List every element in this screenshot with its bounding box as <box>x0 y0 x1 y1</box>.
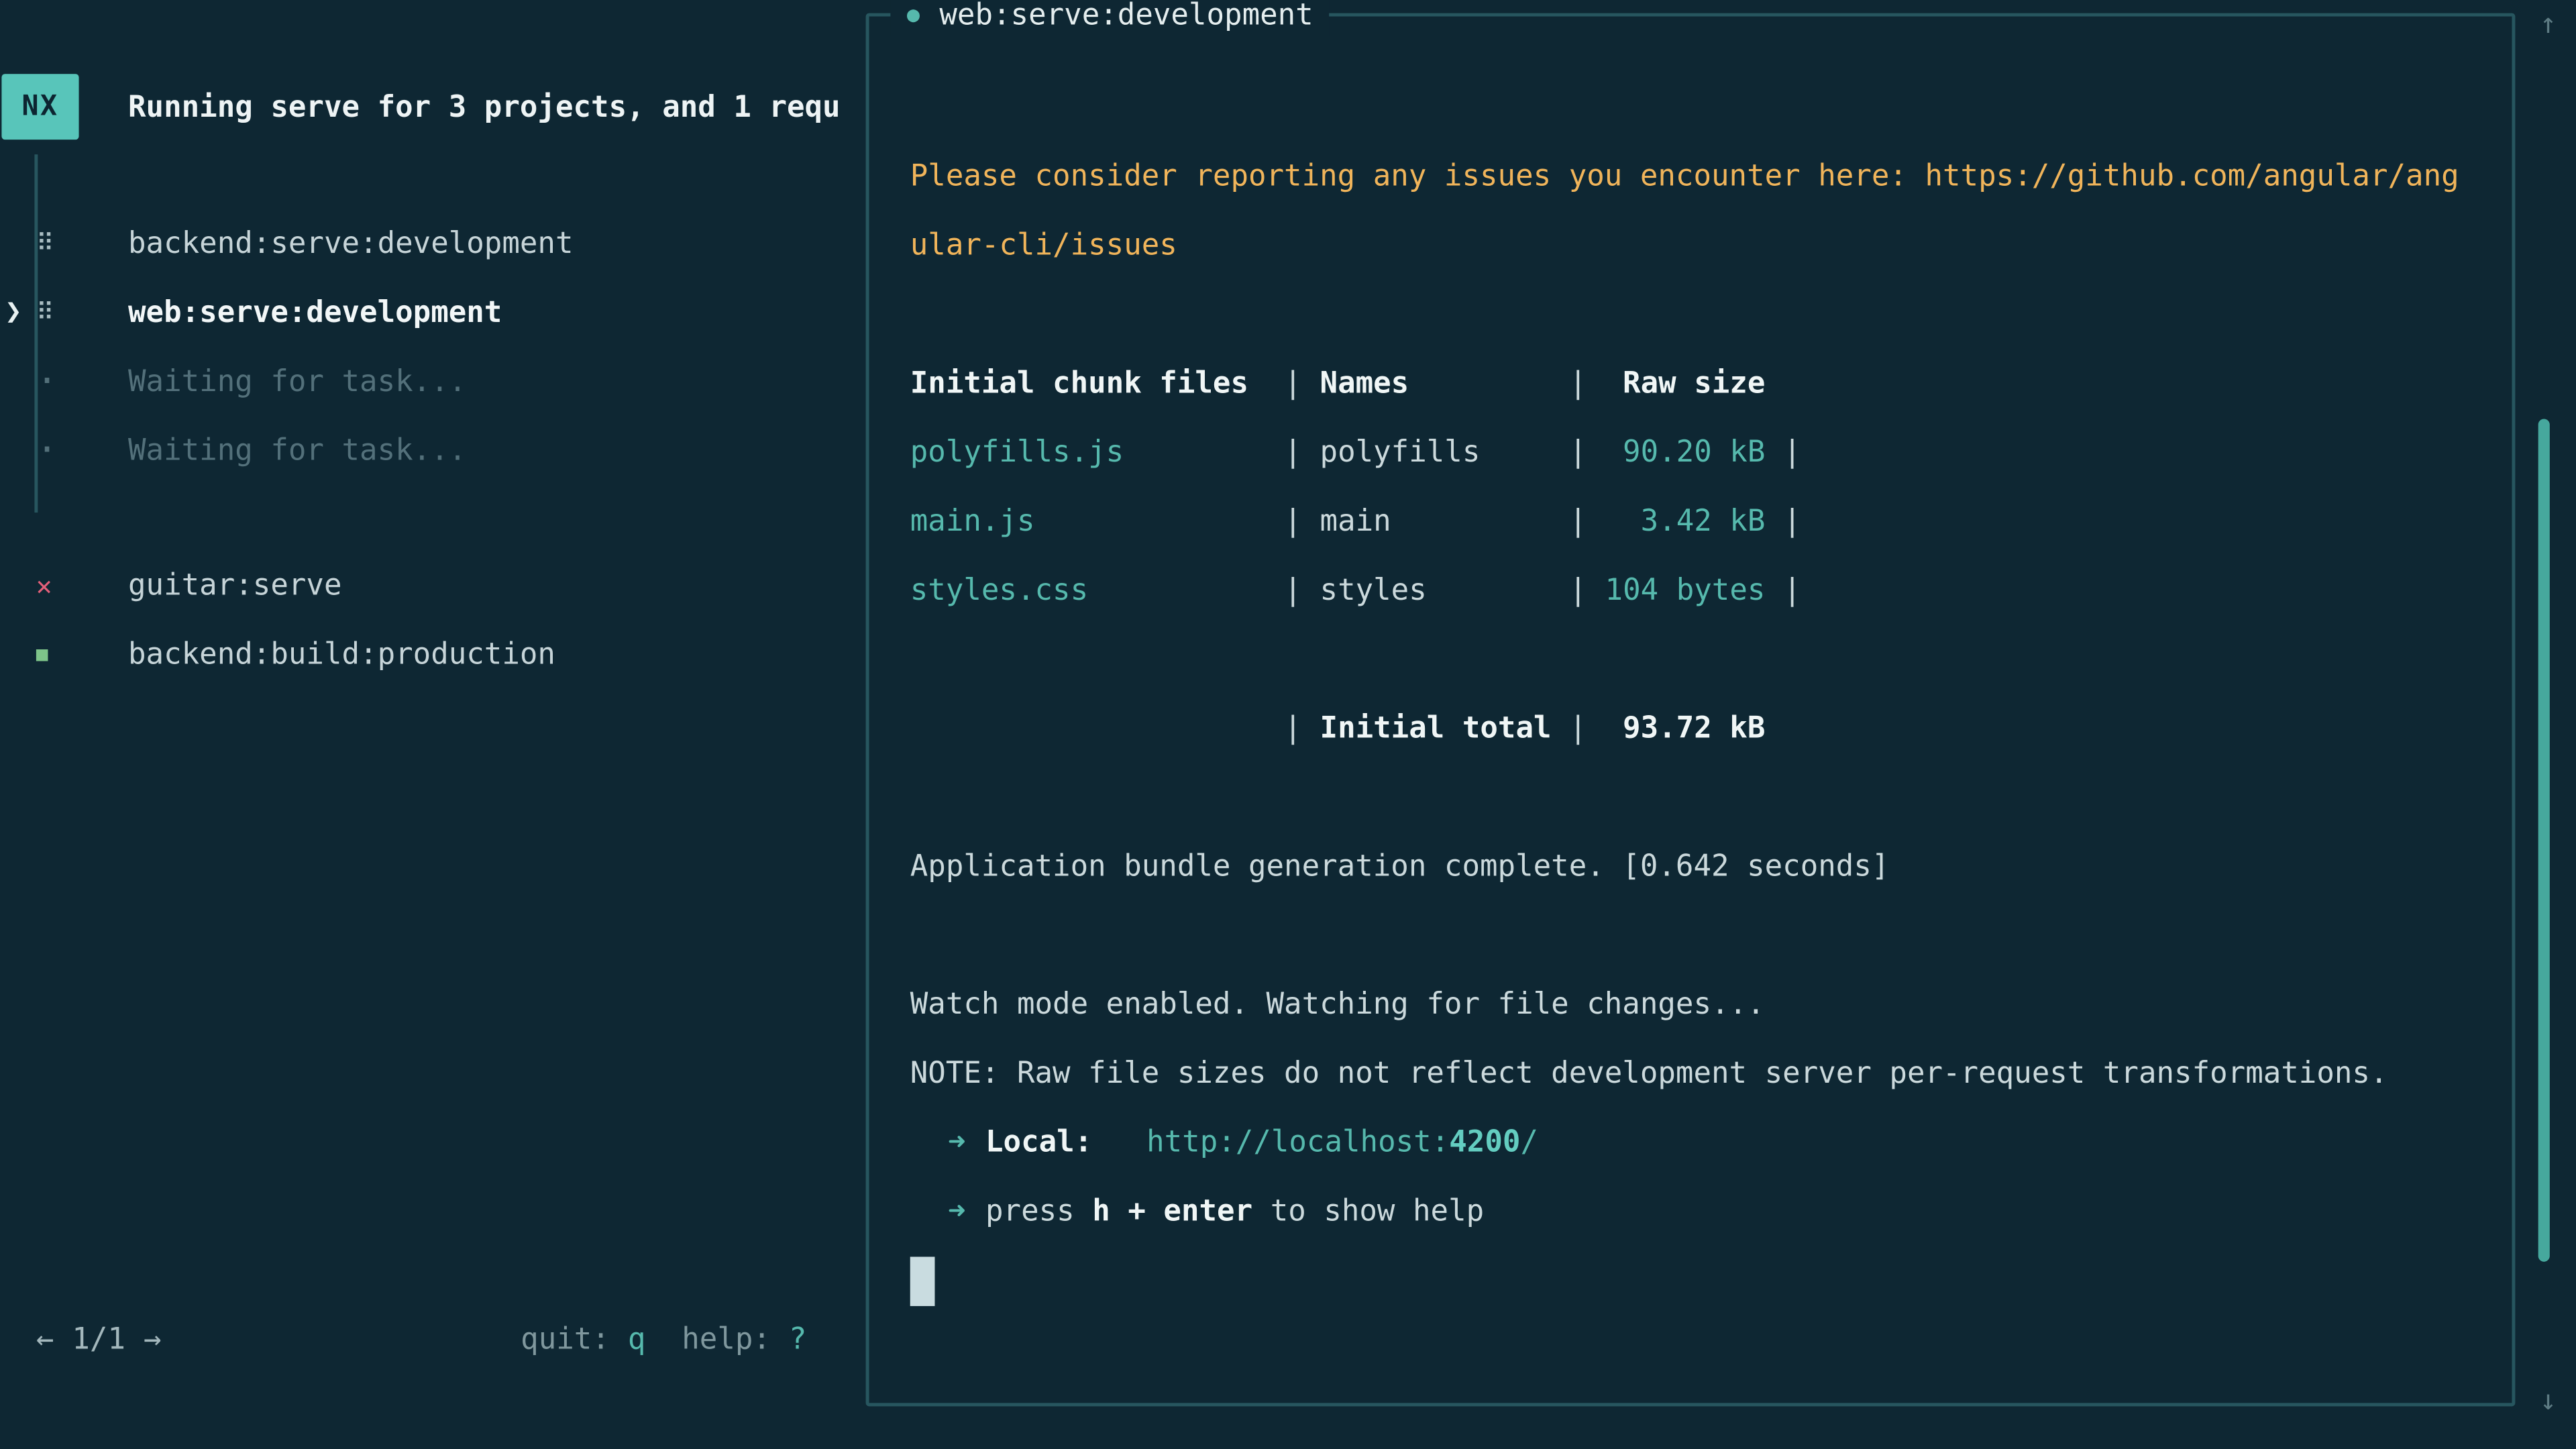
table-pipe: | <box>1569 574 1587 608</box>
header-raw-size: Raw size <box>1605 350 1766 419</box>
chunk-name: main <box>1320 488 1570 557</box>
pagination: ← 1/1 → <box>36 1322 162 1356</box>
chunk-file: styles.css <box>910 557 1284 626</box>
cursor-line <box>910 1247 2512 1316</box>
running-task-list: ⠿backend:serve:development ❯⠿web:serve:d… <box>0 209 831 484</box>
chunk-file: main.js <box>910 488 1284 557</box>
waiting-dot-icon: · <box>36 429 128 470</box>
chunk-size: 104 bytes <box>1605 557 1766 626</box>
arrow-right-icon: ➜ <box>948 1194 966 1228</box>
chunk-size: 3.42 kB <box>1605 488 1766 557</box>
note-line: NOTE: Raw file sizes do not reflect deve… <box>910 1040 2512 1109</box>
help-press-text: press <box>985 1194 1092 1228</box>
waiting-dot-icon: · <box>36 361 128 402</box>
chunk-table-row: main.js|main|3.42 kB| <box>910 488 2512 557</box>
total-size: 93.72 kB <box>1605 695 1766 764</box>
spinner-icon: ⠿ <box>36 228 128 258</box>
scrollbar-thumb[interactable] <box>2538 419 2550 1261</box>
nx-logo: NX <box>1 74 78 140</box>
task-item-backend-serve[interactable]: ⠿backend:serve:development <box>0 209 831 278</box>
url-host: http://localhost: <box>1146 1126 1449 1160</box>
page-next-icon[interactable]: → <box>144 1322 162 1356</box>
scroll-down-icon[interactable]: ↓ <box>2530 1385 2566 1417</box>
arrow-right-icon: ➜ <box>948 1126 966 1160</box>
scroll-up-icon[interactable]: ↑ <box>2530 8 2566 41</box>
help-key: ? <box>789 1322 807 1356</box>
chunk-table-row: polyfills.js|polyfills|90.20 kB| <box>910 419 2512 488</box>
table-pipe: | <box>1284 574 1302 608</box>
brand-row: NX Running serve for 3 projects, and 1 r… <box>1 74 853 140</box>
task-label: backend:serve:development <box>128 226 574 260</box>
quit-key: q <box>628 1322 646 1356</box>
sidebar-footer: ← 1/1 → quit: q help:? <box>0 1304 831 1373</box>
url-port: 4200 <box>1449 1126 1520 1160</box>
chunk-file: polyfills.js <box>910 419 1284 488</box>
task-label: guitar:serve <box>128 568 341 602</box>
success-square-icon: ■ <box>36 643 128 665</box>
table-pipe: | <box>1569 504 1587 539</box>
table-pipe: | <box>1783 435 1801 470</box>
task-label: web:serve:development <box>128 295 502 329</box>
page-prev-icon[interactable]: ← <box>36 1322 54 1356</box>
total-label: Initial total <box>1320 695 1570 764</box>
task-label: Waiting for task... <box>128 364 466 398</box>
keyboard-hints: quit: q help:? <box>521 1322 806 1356</box>
table-pipe: | <box>1569 711 1587 745</box>
url-slash: / <box>1520 1126 1538 1160</box>
sidebar-title: Running serve for 3 projects, and 1 requ <box>128 89 853 123</box>
table-pipe: | <box>1284 711 1302 745</box>
task-item-guitar-serve[interactable]: ✕guitar:serve <box>0 550 831 619</box>
chunk-name: styles <box>1320 557 1570 626</box>
task-item-backend-build[interactable]: ■backend:build:production <box>0 619 831 688</box>
selected-chevron-icon: ❯ <box>5 296 21 329</box>
spinner-icon: ⠿ <box>36 297 128 327</box>
help-hint-label: help: <box>682 1322 771 1356</box>
task-item-web-serve[interactable]: ❯ ⠿web:serve:development <box>0 278 831 347</box>
table-pipe: | <box>1783 574 1801 608</box>
chunk-name: polyfills <box>1320 419 1570 488</box>
terminal-title-text: web:serve:development <box>939 0 1313 32</box>
terminal-cursor <box>910 1256 935 1305</box>
finished-task-list: ✕guitar:serve ■backend:build:production <box>0 550 831 688</box>
local-url-line: ➜ Local: http://localhost:4200/ <box>910 1109 2512 1178</box>
terminal-panel-title: ● web:serve:development <box>890 0 1330 36</box>
help-keys-text: h + enter <box>1092 1194 1252 1228</box>
page-indicator: 1/1 <box>72 1322 125 1356</box>
table-pipe: | <box>1284 504 1302 539</box>
nx-terminal-ui: NX Running serve for 3 projects, and 1 r… <box>0 0 2576 1449</box>
local-label: Local: <box>985 1126 1092 1160</box>
issue-report-line-2: ular-cli/issues <box>910 212 2512 281</box>
help-rest-text: to show help <box>1252 1194 1484 1228</box>
help-hint-line: ➜ press h + enter to show help <box>910 1178 2512 1247</box>
issue-report-line-1: Please consider reporting any issues you… <box>910 143 2512 212</box>
table-pipe: | <box>1783 504 1801 539</box>
initial-total-row: |Initial total|93.72 kB <box>910 695 2512 764</box>
terminal-output-panel: ●web:serve:development Please consider r… <box>866 13 2516 1407</box>
header-files: Initial chunk files <box>910 350 1284 419</box>
chunk-table-header: Initial chunk files|Names|Raw size <box>910 350 2512 419</box>
task-item-waiting-2[interactable]: ·Waiting for task... <box>0 416 831 485</box>
header-names: Names <box>1320 350 1570 419</box>
quit-hint-label: quit: <box>521 1322 610 1356</box>
task-label: Waiting for task... <box>128 433 466 467</box>
chunk-size: 90.20 kB <box>1605 419 1766 488</box>
table-pipe: | <box>1284 435 1302 470</box>
table-pipe: | <box>1569 366 1587 400</box>
table-pipe: | <box>1569 435 1587 470</box>
local-url-link[interactable]: http://localhost:4200/ <box>1146 1126 1538 1160</box>
chunk-table-row: styles.css|styles|104 bytes| <box>910 557 2512 626</box>
table-pipe: | <box>1284 366 1302 400</box>
task-item-waiting-1[interactable]: ·Waiting for task... <box>0 347 831 416</box>
status-dot-icon: ● <box>907 3 920 28</box>
bundle-complete-line: Application bundle generation complete. … <box>910 833 2512 902</box>
task-label: backend:build:production <box>128 637 555 671</box>
failed-cross-icon: ✕ <box>36 570 128 601</box>
terminal-output: Please consider reporting any issues you… <box>869 16 2512 1316</box>
watch-mode-line: Watch mode enabled. Watching for file ch… <box>910 971 2512 1040</box>
